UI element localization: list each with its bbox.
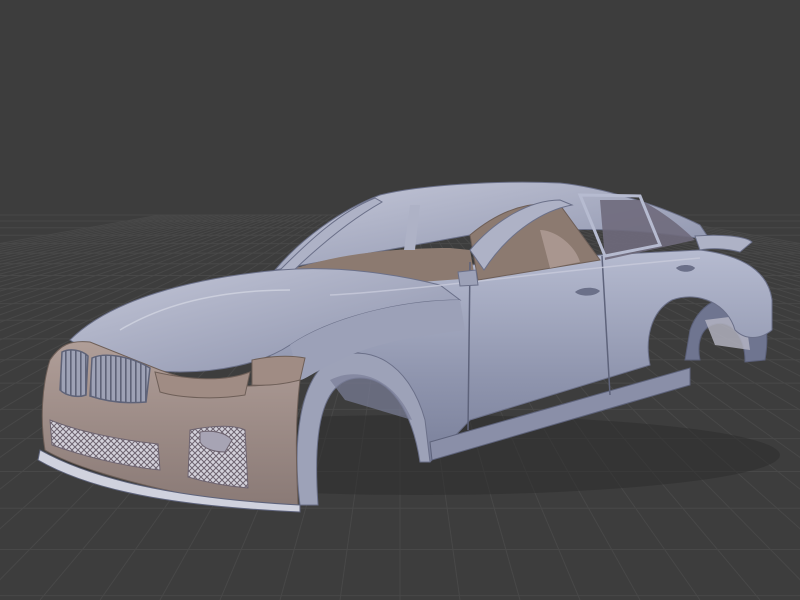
headlight-left xyxy=(154,371,251,399)
headlight-right xyxy=(251,355,306,386)
3d-viewport[interactable] xyxy=(0,0,800,600)
kidney-grille-left xyxy=(59,349,89,398)
viewport-canvas[interactable] xyxy=(0,0,800,600)
mirror-mount xyxy=(457,269,479,287)
